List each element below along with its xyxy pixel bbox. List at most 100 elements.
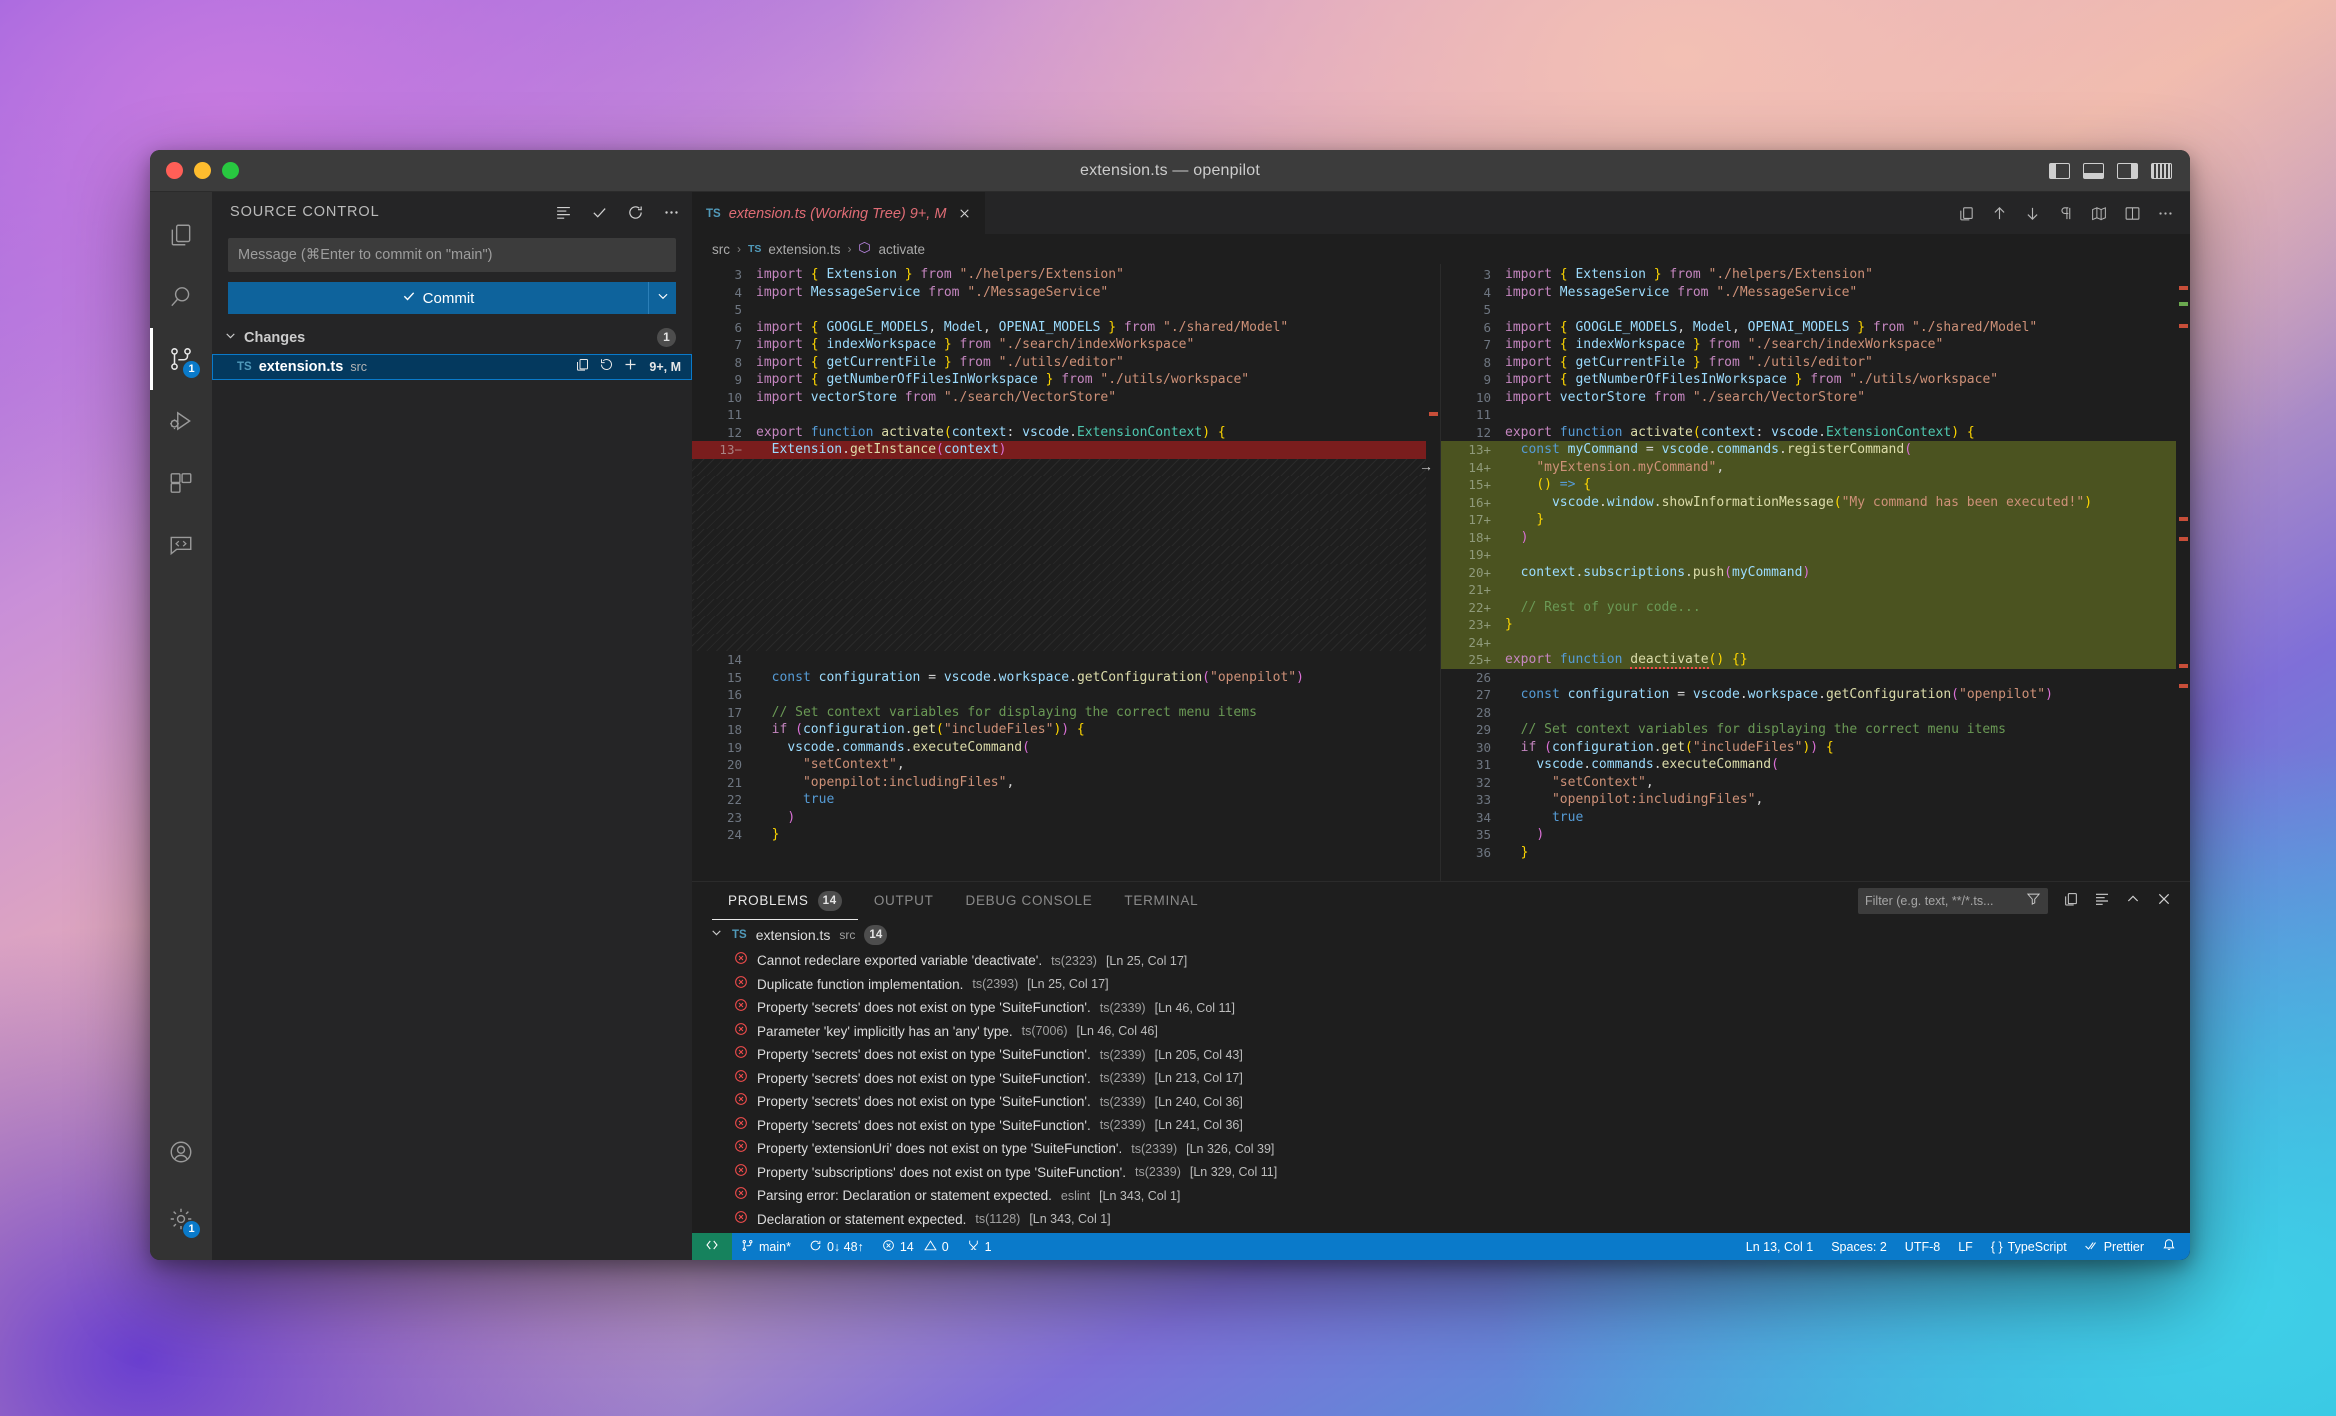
status-formatter[interactable]: Prettier <box>2076 1233 2153 1260</box>
toggle-primary-sidebar-icon[interactable] <box>2049 162 2070 179</box>
activity-item-accounts[interactable] <box>150 1126 212 1188</box>
status-notifications[interactable] <box>2153 1233 2190 1260</box>
line-number: 8 <box>734 354 742 370</box>
status-eol[interactable]: LF <box>1949 1233 1982 1260</box>
window-traffic-lights <box>150 162 239 179</box>
problem-source: eslint <box>1060 1188 1091 1203</box>
status-sync[interactable]: 0↓ 48↑ <box>800 1233 873 1260</box>
problems-filter[interactable] <box>1858 888 2048 914</box>
problems-file-group[interactable]: TS extension.ts src 14 <box>698 920 2190 949</box>
toggle-whitespace-icon[interactable] <box>2057 205 2074 222</box>
problem-row[interactable]: Property 'secrets' does not exist on typ… <box>698 996 2190 1020</box>
code-line <box>692 458 1440 476</box>
code-text: if (configuration.get("includeFiles")) { <box>1520 739 1834 755</box>
open-changes-icon[interactable] <box>1958 205 1975 222</box>
status-ports[interactable]: 1 <box>958 1233 1001 1260</box>
problems-list[interactable]: TS extension.ts src 14 Cannot redeclare … <box>692 920 2190 1233</box>
source-control-sidebar: SOURCE CONTROL Message (⌘Enter to commit… <box>212 192 692 1260</box>
problem-row[interactable]: Property 'extensionUri' does not exist o… <box>698 1137 2190 1161</box>
problem-row[interactable]: Duplicate function implementation. ts(239… <box>698 973 2190 997</box>
split-panel-icon[interactable] <box>2063 891 2079 912</box>
tab-debug-console[interactable]: DEBUG CONSOLE <box>950 882 1109 920</box>
changes-section-header[interactable]: Changes 1 <box>224 328 676 347</box>
toggle-panel-icon[interactable] <box>2083 162 2104 179</box>
status-branch[interactable]: main* <box>732 1233 800 1260</box>
zoom-window-button[interactable] <box>222 162 239 179</box>
open-file-icon[interactable] <box>575 357 590 377</box>
tab-output[interactable]: OUTPUT <box>858 882 950 920</box>
diff-pane-modified[interactable]: 3 import { Extension } from "./helpers/Ex… <box>1441 264 2190 881</box>
activity-item-source-control[interactable]: 1 <box>150 328 212 390</box>
tab-extension-ts-working-tree[interactable]: TS extension.ts (Working Tree) 9+, M <box>692 192 986 234</box>
tab-problems[interactable]: PROBLEMS 14 <box>712 882 858 920</box>
view-as-list-icon[interactable] <box>555 204 572 221</box>
remote-window-button[interactable] <box>692 1233 732 1260</box>
commit-dropdown-button[interactable] <box>648 282 676 314</box>
change-list-item[interactable]: TS extension.ts src 9+, M <box>212 354 692 380</box>
close-panel-icon[interactable] <box>2156 891 2172 912</box>
discard-changes-icon[interactable] <box>599 357 614 377</box>
tab-terminal[interactable]: TERMINAL <box>1108 882 1214 920</box>
commit-button[interactable]: Commit <box>228 282 648 314</box>
commit-message-input[interactable] <box>228 238 676 272</box>
breadcrumb-item-src[interactable]: src <box>712 242 730 257</box>
problem-row[interactable]: Parameter 'key' implicitly has an 'any' … <box>698 1020 2190 1044</box>
status-problems[interactable]: 14 0 <box>873 1233 958 1260</box>
minimize-window-button[interactable] <box>194 162 211 179</box>
overview-ruler-right[interactable] <box>2176 264 2190 881</box>
view-as-table-icon[interactable] <box>2094 891 2110 912</box>
previous-change-icon[interactable] <box>1991 205 2008 222</box>
close-window-button[interactable] <box>166 162 183 179</box>
problem-row[interactable]: Property 'subscriptions' does not exist … <box>698 1161 2190 1185</box>
chevron-down-icon[interactable] <box>710 926 723 944</box>
problem-row[interactable]: Property 'secrets' does not exist on typ… <box>698 1043 2190 1067</box>
activity-item-explorer[interactable] <box>150 204 212 266</box>
warning-icon <box>923 1239 937 1255</box>
status-encoding[interactable]: UTF-8 <box>1896 1233 1949 1260</box>
problem-source: ts(7006) <box>1021 1024 1068 1039</box>
activity-item-settings[interactable]: 1 <box>150 1188 212 1250</box>
filter-icon[interactable] <box>2026 891 2041 911</box>
code-text: ) <box>1536 827 1545 842</box>
collapse-panel-icon[interactable] <box>2125 891 2141 912</box>
chevron-down-icon <box>224 329 237 346</box>
code-text: import { Extension } from "./helpers/Ext… <box>756 267 1124 282</box>
problem-source: ts(2339) <box>1099 1118 1146 1133</box>
breadcrumb-item-file[interactable]: extension.ts <box>768 242 840 257</box>
problem-row[interactable]: Parsing error: Declaration or statement … <box>698 1184 2190 1208</box>
problem-row[interactable]: Cannot redeclare exported variable 'deac… <box>698 949 2190 973</box>
problem-row[interactable]: Declaration or statement expected. ts(112… <box>698 1208 2190 1232</box>
status-indentation[interactable]: Spaces: 2 <box>1822 1233 1896 1260</box>
stage-changes-icon[interactable] <box>623 357 638 377</box>
refresh-icon[interactable] <box>627 204 644 221</box>
more-actions-icon[interactable] <box>663 204 680 221</box>
split-editor-icon[interactable] <box>2124 205 2141 222</box>
diff-pane-original[interactable]: 3 import { Extension } from "./helpers/Ex… <box>692 264 1441 881</box>
status-cursor-position[interactable]: Ln 13, Col 1 <box>1737 1233 1822 1260</box>
overview-ruler-left[interactable] <box>1426 264 1440 881</box>
activity-item-run-and-debug[interactable] <box>150 390 212 452</box>
activity-item-chat[interactable] <box>150 514 212 576</box>
more-actions-icon[interactable] <box>2157 205 2174 222</box>
close-icon[interactable] <box>958 207 971 220</box>
line-number: 21 <box>726 774 742 790</box>
toggle-inline-view-icon[interactable] <box>2090 205 2108 222</box>
editor-toolbar <box>1958 192 2190 234</box>
commit-check-icon[interactable] <box>591 204 608 221</box>
activity-item-extensions[interactable] <box>150 452 212 514</box>
problems-filter-input[interactable] <box>1865 894 2020 908</box>
activity-item-search[interactable] <box>150 266 212 328</box>
customize-layout-icon[interactable] <box>2151 162 2172 179</box>
breadcrumb-item-symbol[interactable]: activate <box>878 242 925 257</box>
status-language-mode[interactable]: { } TypeScript <box>1982 1233 2076 1260</box>
problem-row[interactable]: Property 'secrets' does not exist on typ… <box>698 1090 2190 1114</box>
toggle-secondary-sidebar-icon[interactable] <box>2117 162 2138 179</box>
code-text: const configuration = vscode.workspace.g… <box>1520 687 2053 702</box>
next-change-icon[interactable] <box>2024 205 2041 222</box>
problem-row[interactable]: Property 'secrets' does not exist on typ… <box>698 1114 2190 1138</box>
problem-row[interactable]: Property 'secrets' does not exist on typ… <box>698 1067 2190 1091</box>
line-number: 5 <box>734 302 742 317</box>
